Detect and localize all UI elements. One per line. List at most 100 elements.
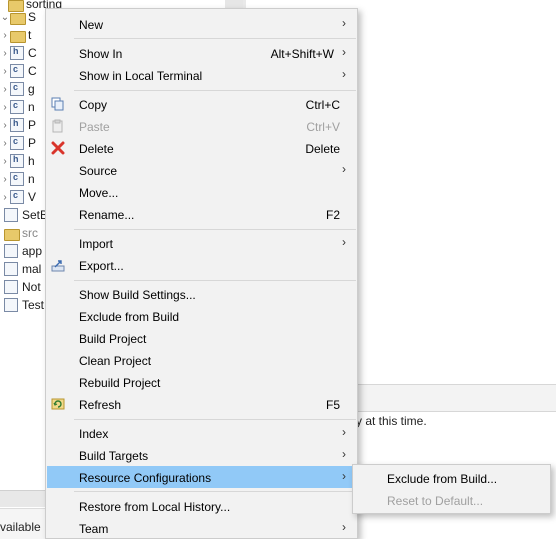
shortcut: F2 <box>325 208 340 222</box>
header-file-icon <box>10 46 24 60</box>
tree-item-label: P <box>28 118 37 132</box>
menu-item-restore-from-local-history[interactable]: Restore from Local History... <box>47 495 356 517</box>
tree-item-label: src <box>22 226 38 240</box>
refresh-icon <box>51 397 65 411</box>
tree-item-label: C <box>28 64 37 78</box>
file-icon <box>4 298 18 312</box>
chevron-right-icon: › <box>342 425 346 439</box>
chevron-right-icon[interactable]: › <box>0 48 10 59</box>
tree-item[interactable]: › g <box>0 80 35 98</box>
export-icon <box>51 258 65 272</box>
file-icon <box>4 280 18 294</box>
tree-item-label: C <box>28 46 37 60</box>
tree-item-label: Test <box>22 298 45 312</box>
shortcut: Delete <box>305 142 340 156</box>
menu-item-rebuild-project[interactable]: Rebuild Project <box>47 371 356 393</box>
chevron-right-icon: › <box>342 447 346 461</box>
c-file-icon <box>10 82 24 96</box>
menu-item-source[interactable]: Source › <box>47 159 356 181</box>
shortcut: Alt+Shift+W <box>270 47 334 61</box>
submenu-item-reset-to-default[interactable]: Reset to Default... <box>354 489 549 511</box>
menu-item-show-build-settings[interactable]: Show Build Settings... <box>47 283 356 305</box>
chevron-right-icon: › <box>342 469 346 483</box>
menu-item-clean-project[interactable]: Clean Project <box>47 349 356 371</box>
menu-item-show-in-local-terminal[interactable]: Show in Local Terminal › <box>47 64 356 86</box>
menu-item-show-in[interactable]: Show In Alt+Shift+W › <box>47 42 356 64</box>
menu-item-copy[interactable]: Copy Ctrl+C <box>47 93 356 115</box>
folder-icon <box>10 10 26 25</box>
tree-item[interactable]: › C <box>0 44 37 62</box>
chevron-right-icon: › <box>342 520 346 534</box>
menu-item-paste[interactable]: Paste Ctrl+V <box>47 115 356 137</box>
menu-item-resource-configurations[interactable]: Resource Configurations › <box>47 466 356 488</box>
resource-configurations-submenu: Exclude from Build... Reset to Default..… <box>352 464 551 514</box>
menu-item-delete[interactable]: Delete Delete <box>47 137 356 159</box>
tree-item-label: n <box>28 100 35 114</box>
menu-item-build-targets[interactable]: Build Targets › <box>47 444 356 466</box>
chevron-right-icon[interactable]: › <box>0 84 10 95</box>
chevron-right-icon[interactable]: › <box>0 66 10 77</box>
menu-item-build-project[interactable]: Build Project <box>47 327 356 349</box>
folder-icon <box>4 226 20 241</box>
tree-item[interactable]: › C <box>0 62 37 80</box>
tree-item[interactable]: › t <box>0 26 31 44</box>
chevron-right-icon[interactable]: › <box>0 156 10 167</box>
tree-item[interactable]: › h <box>0 152 35 170</box>
tree-item[interactable]: Not <box>4 278 41 296</box>
menu-separator <box>74 419 356 420</box>
tree-item[interactable]: mal <box>4 260 41 278</box>
tree-item[interactable]: › V <box>0 188 36 206</box>
shortcut: F5 <box>325 398 340 412</box>
chevron-right-icon[interactable]: › <box>0 102 10 113</box>
tree-item[interactable]: › P <box>0 134 36 152</box>
menu-item-import[interactable]: Import › <box>47 232 356 254</box>
chevron-right-icon: › <box>342 45 346 59</box>
submenu-item-exclude-from-build[interactable]: Exclude from Build... <box>354 467 549 489</box>
tree-item-label: app <box>22 244 43 258</box>
tree-item[interactable]: SetB <box>4 206 48 224</box>
menu-item-move[interactable]: Move... <box>47 181 356 203</box>
menu-item-exclude-from-build[interactable]: Exclude from Build <box>47 305 356 327</box>
tree-item-label: n <box>28 172 35 186</box>
chevron-right-icon[interactable]: › <box>0 30 10 41</box>
delete-icon <box>51 141 65 155</box>
tree-item[interactable]: › P <box>0 116 36 134</box>
chevron-right-icon[interactable]: › <box>0 138 10 149</box>
chevron-right-icon: › <box>342 16 346 30</box>
menu-separator <box>74 491 356 492</box>
paste-icon <box>51 119 65 133</box>
tree-item[interactable]: › n <box>0 98 35 116</box>
header-file-icon <box>10 118 24 132</box>
tree-item-label: Not <box>22 280 41 294</box>
chevron-right-icon[interactable]: › <box>0 192 10 203</box>
tree-item-label: h <box>28 154 35 168</box>
tree-item[interactable]: src <box>4 224 38 242</box>
menu-item-refresh[interactable]: Refresh F5 <box>47 393 356 415</box>
c-file-icon <box>10 64 24 78</box>
menu-separator <box>74 229 356 230</box>
c-file-icon <box>10 172 24 186</box>
chevron-right-icon: › <box>342 162 346 176</box>
c-file-icon <box>10 100 24 114</box>
tree-item[interactable]: › n <box>0 170 35 188</box>
menu-item-rename[interactable]: Rename... F2 <box>47 203 356 225</box>
tree-item[interactable]: ⌄ S <box>0 8 36 26</box>
chevron-right-icon[interactable]: › <box>0 120 10 131</box>
menu-item-index[interactable]: Index › <box>47 422 356 444</box>
tree-item[interactable]: Test <box>4 296 44 314</box>
shortcut: Ctrl+V <box>306 120 340 134</box>
chevron-right-icon: › <box>342 235 346 249</box>
tree-item-label: P <box>28 136 37 150</box>
menu-item-export[interactable]: Export... <box>47 254 356 276</box>
chevron-down-icon[interactable]: ⌄ <box>0 12 10 23</box>
header-file-icon <box>10 154 24 168</box>
c-file-icon <box>10 190 24 204</box>
tree-item-label: t <box>28 28 32 42</box>
chevron-right-icon[interactable]: › <box>0 174 10 185</box>
file-icon <box>4 244 18 258</box>
menu-separator <box>74 90 356 91</box>
menu-item-new[interactable]: New › <box>47 13 356 35</box>
tree-item[interactable]: app <box>4 242 42 260</box>
menu-item-team[interactable]: Team › <box>47 517 356 539</box>
tree-item-label: V <box>28 190 37 204</box>
